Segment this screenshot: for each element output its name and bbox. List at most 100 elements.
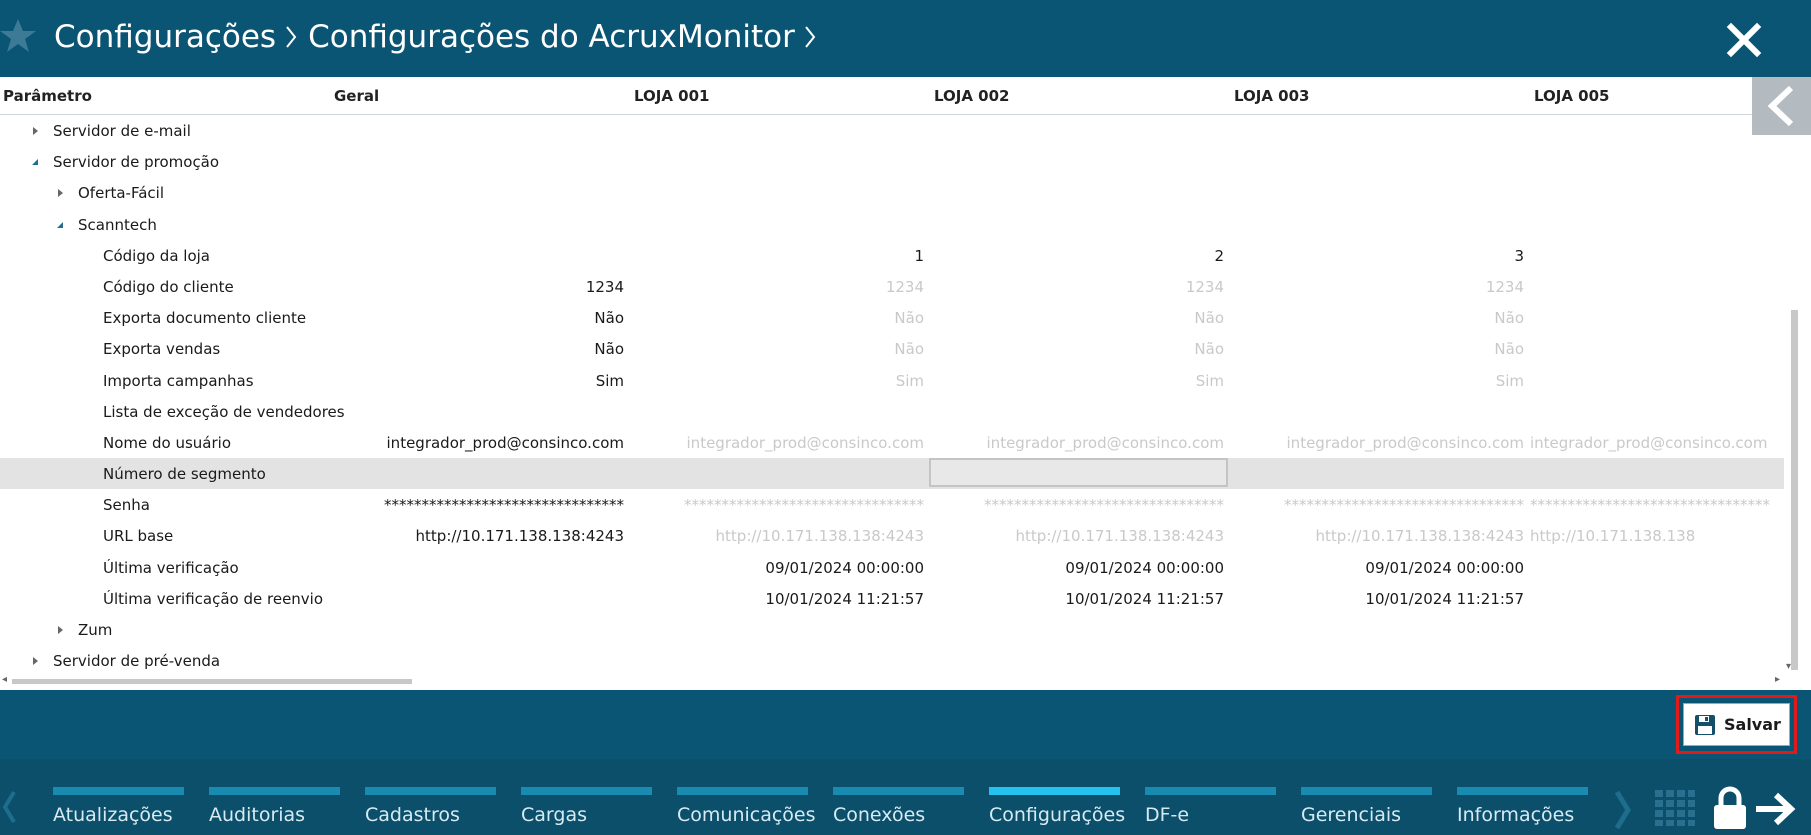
scroll-left-arrow-icon[interactable]: ◂ xyxy=(2,674,7,685)
expand-arrow-icon[interactable] xyxy=(30,656,40,666)
horizontal-scrollbar[interactable] xyxy=(12,679,412,684)
apps-grid-icon[interactable] xyxy=(1655,790,1695,826)
value-cell[interactable]: Não xyxy=(630,309,924,327)
collapse-arrow-icon[interactable] xyxy=(55,220,65,230)
value-cell[interactable]: 09/01/2024 00:00:00 xyxy=(630,559,924,577)
value-cell[interactable]: ******************************** xyxy=(1530,496,1784,514)
value-cell[interactable]: integrador_prod@consinco.com xyxy=(330,434,624,452)
value-cell[interactable]: ******************************** xyxy=(630,496,924,514)
close-icon[interactable] xyxy=(1726,22,1762,58)
value-cell[interactable]: Não xyxy=(930,309,1224,327)
value-cell[interactable]: Sim xyxy=(630,372,924,390)
value-cell[interactable]: 1234 xyxy=(930,278,1224,296)
table-row[interactable]: Servidor de promoção xyxy=(0,146,1784,177)
table-row[interactable]: Senha ******************************** ***… xyxy=(0,489,1784,520)
column-header-loja-003[interactable]: LOJA 003 xyxy=(1234,87,1310,105)
nav-item[interactable]: DF-e xyxy=(1145,787,1276,835)
value-cell[interactable]: Não xyxy=(330,340,624,358)
value-cell[interactable]: Não xyxy=(1230,340,1524,358)
value-cell[interactable]: 1234 xyxy=(630,278,924,296)
table-row[interactable]: Código do cliente 1234 1234 1234 1234 xyxy=(0,271,1784,302)
table-row[interactable]: URL base http://10.171.138.138:4243 http:/… xyxy=(0,520,1784,551)
table-row[interactable]: Scanntech xyxy=(0,209,1784,240)
value-cell[interactable]: http://10.171.138.138:4243 xyxy=(330,527,624,545)
nav-item[interactable]: Cargas xyxy=(521,787,652,835)
column-header-loja-005[interactable]: LOJA 005 xyxy=(1534,87,1610,105)
table-row[interactable]: Número de segmento xyxy=(0,458,1784,490)
column-header-loja-001[interactable]: LOJA 001 xyxy=(634,87,710,105)
breadcrumb: Configurações Configurações do AcruxMoni… xyxy=(54,14,827,60)
vertical-scrollbar[interactable] xyxy=(1791,310,1798,670)
column-header-parametro[interactable]: Parâmetro xyxy=(3,87,92,105)
save-button[interactable]: Salvar xyxy=(1683,703,1790,746)
expand-arrow-icon[interactable] xyxy=(30,126,40,136)
expand-arrow-icon[interactable] xyxy=(55,625,65,635)
table-row[interactable]: Importa campanhas Sim Sim Sim Sim xyxy=(0,365,1784,396)
collapse-panel-button[interactable] xyxy=(1752,77,1811,135)
value-cell[interactable]: 10/01/2024 11:21:57 xyxy=(630,590,924,608)
table-row[interactable]: Servidor de pré-venda xyxy=(0,645,1784,676)
nav-item[interactable]: Gerenciais xyxy=(1301,787,1432,835)
nav-item[interactable]: Auditorias xyxy=(209,787,340,835)
value-cell[interactable]: 10/01/2024 11:21:57 xyxy=(1230,590,1524,608)
value-cell[interactable]: 3 xyxy=(1230,247,1524,265)
value-cell[interactable]: Não xyxy=(630,340,924,358)
value-cell[interactable]: http://10.171.138.138 xyxy=(1530,527,1784,545)
scroll-down-arrow-icon[interactable]: ▾ xyxy=(1786,661,1791,672)
value-cell[interactable]: ******************************** xyxy=(330,496,624,514)
nav-item[interactable]: Configurações xyxy=(989,787,1125,835)
value-cell[interactable]: 1234 xyxy=(330,278,624,296)
value-cell[interactable]: 10/01/2024 11:21:57 xyxy=(930,590,1224,608)
breadcrumb-item-configuracoes[interactable]: Configurações xyxy=(54,19,276,55)
table-row[interactable]: Zum xyxy=(0,614,1784,645)
value-cell[interactable]: Sim xyxy=(1230,372,1524,390)
value-cell[interactable]: integrador_prod@consinco.com xyxy=(930,434,1224,452)
parameter-label: Última verificação xyxy=(103,558,239,577)
value-cell[interactable]: Sim xyxy=(930,372,1224,390)
table-row[interactable]: Última verificação 09/01/2024 00:00:00 09/… xyxy=(0,552,1784,583)
nav-item[interactable]: Cadastros xyxy=(365,787,496,835)
table-row[interactable]: Servidor de e-mail xyxy=(0,115,1784,146)
value-cell[interactable]: 09/01/2024 00:00:00 xyxy=(1230,559,1524,577)
value-cell[interactable]: Não xyxy=(930,340,1224,358)
table-row[interactable]: Nome do usuário integrador_prod@consinco.… xyxy=(0,427,1784,458)
table-row[interactable]: Última verificação de reenvio 10/01/2024 … xyxy=(0,583,1784,614)
value-cell[interactable]: 1234 xyxy=(1230,278,1524,296)
nav-item[interactable]: Conexões xyxy=(833,787,964,835)
parameter-label: Lista de exceção de vendedores xyxy=(103,402,345,421)
logout-arrow-icon[interactable] xyxy=(1754,792,1796,826)
segment-number-input-loja-002[interactable] xyxy=(929,458,1228,488)
nav-item[interactable]: Comunicações xyxy=(677,787,816,835)
nav-item[interactable]: Atualizações xyxy=(53,787,184,835)
scroll-right-arrow-icon[interactable]: ▸ xyxy=(1775,674,1780,685)
value-cell[interactable]: ******************************** xyxy=(1230,496,1524,514)
table-row[interactable]: Código da loja 1 2 3 xyxy=(0,240,1784,271)
table-row[interactable]: Oferta-Fácil xyxy=(0,177,1784,208)
column-header-geral[interactable]: Geral xyxy=(334,87,379,105)
lock-icon[interactable] xyxy=(1712,786,1748,830)
value-cell[interactable]: integrador_prod@consinco.com xyxy=(630,434,924,452)
expand-arrow-icon[interactable] xyxy=(55,188,65,198)
column-header-loja-002[interactable]: LOJA 002 xyxy=(934,87,1010,105)
value-cell[interactable]: ******************************** xyxy=(930,496,1224,514)
value-cell[interactable]: integrador_prod@consinco.com xyxy=(1230,434,1524,452)
parameter-label: Servidor de e-mail xyxy=(53,122,191,140)
value-cell[interactable]: 09/01/2024 00:00:00 xyxy=(930,559,1224,577)
value-cell[interactable]: 2 xyxy=(930,247,1224,265)
value-cell[interactable]: http://10.171.138.138:4243 xyxy=(1230,527,1524,545)
table-row[interactable]: Exporta vendas Não Não Não Não xyxy=(0,333,1784,364)
value-cell[interactable]: http://10.171.138.138:4243 xyxy=(630,527,924,545)
collapse-arrow-icon[interactable] xyxy=(30,157,40,167)
nav-item[interactable]: Informações xyxy=(1457,787,1588,835)
nav-scroll-right-icon[interactable] xyxy=(1614,790,1632,830)
value-cell[interactable]: Não xyxy=(330,309,624,327)
value-cell[interactable]: http://10.171.138.138:4243 xyxy=(930,527,1224,545)
value-cell[interactable]: Sim xyxy=(330,372,624,390)
value-cell[interactable]: Não xyxy=(1230,309,1524,327)
nav-scroll-left-icon[interactable] xyxy=(2,790,16,824)
table-row[interactable]: Lista de exceção de vendedores xyxy=(0,396,1784,427)
value-cell[interactable]: integrador_prod@consinco.com xyxy=(1530,434,1784,452)
value-cell[interactable]: 1 xyxy=(630,247,924,265)
star-icon[interactable] xyxy=(0,16,38,56)
table-row[interactable]: Exporta documento cliente Não Não Não Não xyxy=(0,302,1784,333)
